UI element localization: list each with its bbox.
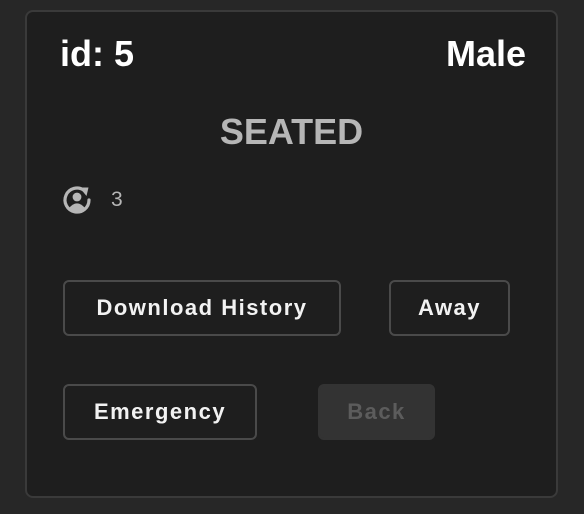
download-history-button[interactable]: Download History bbox=[63, 280, 341, 336]
back-button: Back bbox=[318, 384, 435, 440]
emergency-button[interactable]: Emergency bbox=[63, 384, 257, 440]
account-sync-icon bbox=[61, 184, 93, 216]
visit-count-row: 3 bbox=[61, 184, 123, 216]
patient-gender: Male bbox=[445, 33, 526, 74]
patient-card: id: 5 Male SEATED 3 Download History Awa… bbox=[25, 10, 558, 498]
patient-id: id: 5 bbox=[60, 33, 135, 74]
visit-count: 3 bbox=[111, 188, 123, 211]
away-button[interactable]: Away bbox=[389, 280, 510, 336]
status-label: SEATED bbox=[219, 111, 364, 152]
